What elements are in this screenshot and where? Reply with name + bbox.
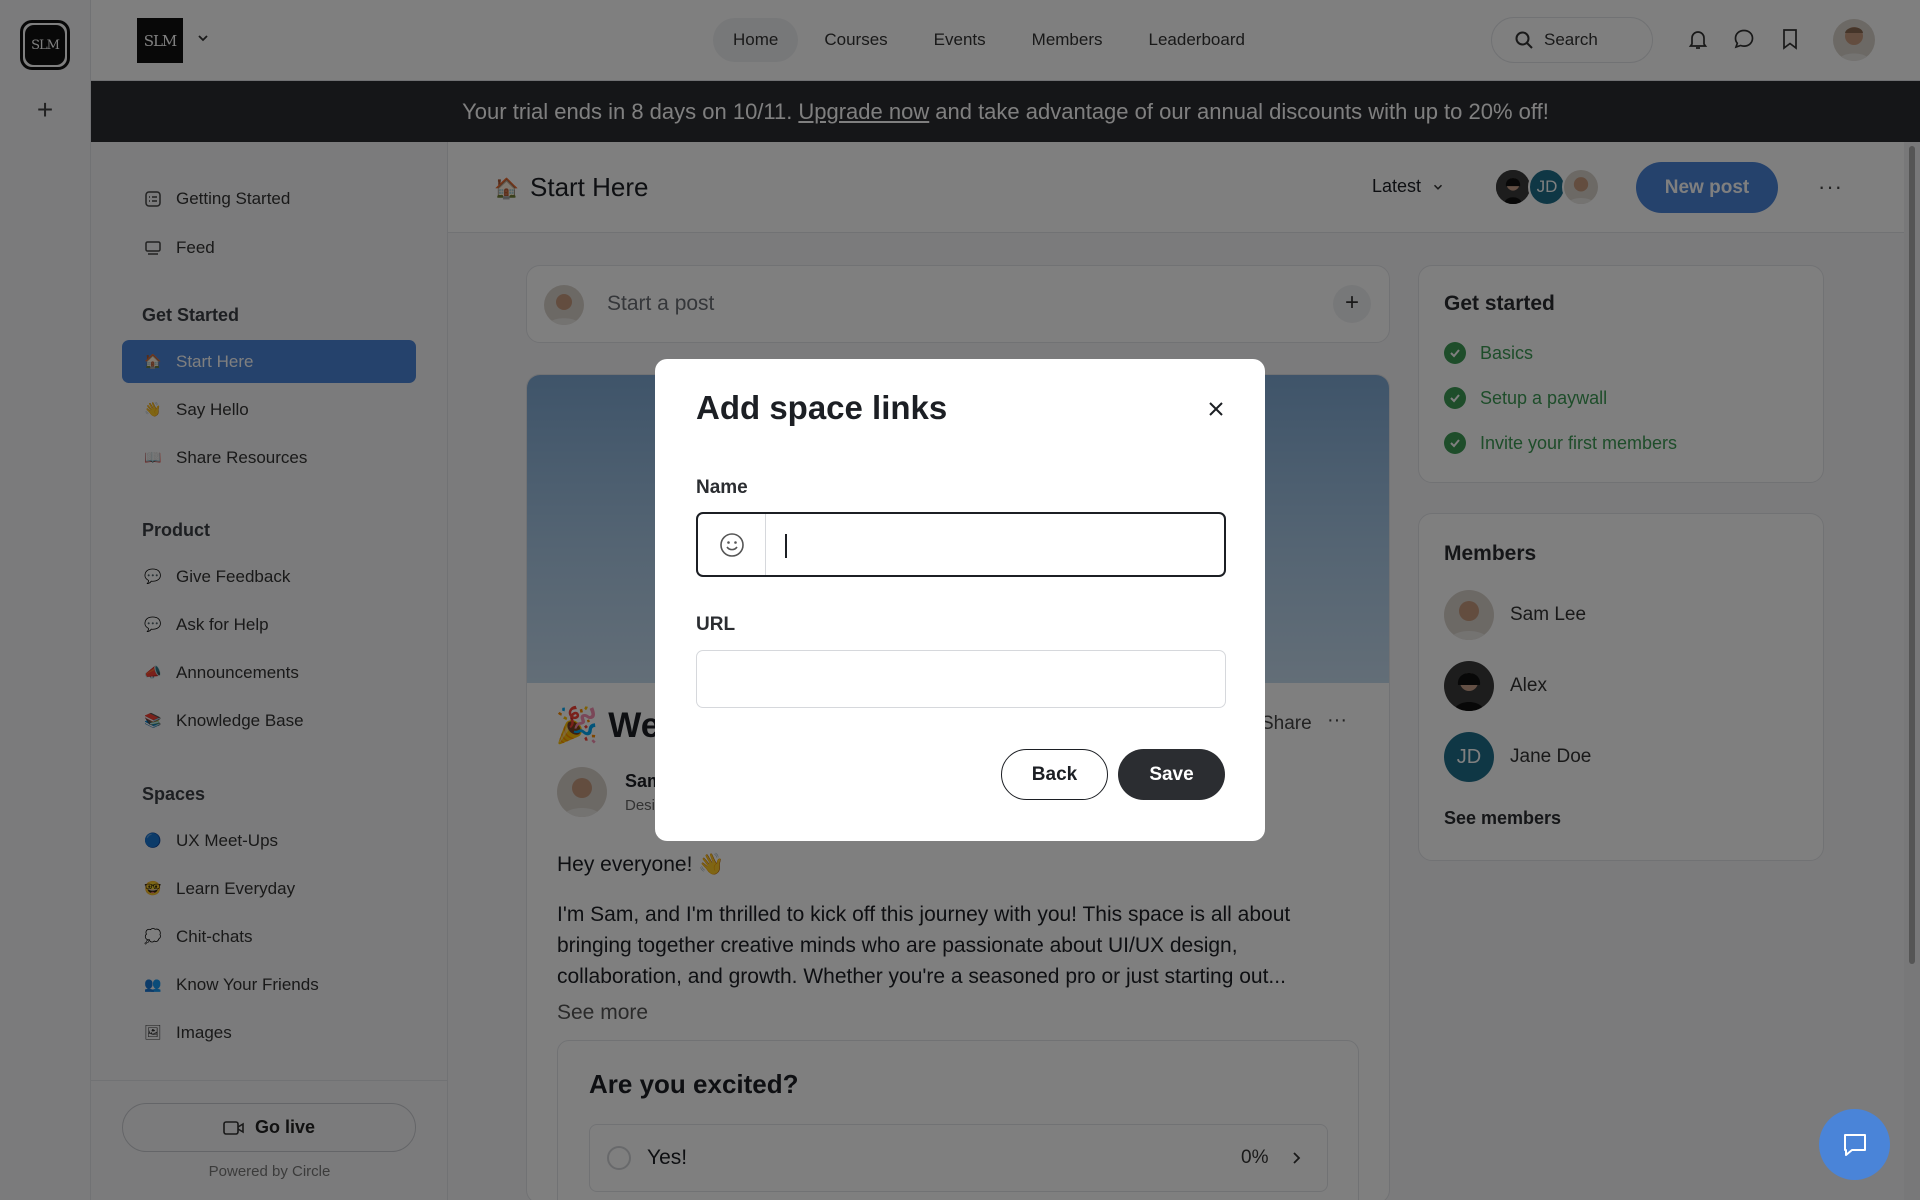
text-cursor [785, 534, 787, 558]
chat-icon [1843, 1133, 1866, 1156]
url-label: URL [696, 614, 736, 635]
smiley-icon [719, 532, 744, 557]
close-icon[interactable] [1202, 395, 1230, 423]
name-input[interactable] [784, 526, 1204, 563]
emoji-picker-button[interactable] [698, 514, 766, 575]
url-input[interactable] [696, 650, 1226, 708]
save-button[interactable]: Save [1118, 749, 1225, 800]
dialog-title: Add space links [696, 389, 948, 426]
name-label: Name [696, 477, 748, 498]
name-field [696, 512, 1226, 577]
support-chat-button[interactable] [1819, 1109, 1890, 1180]
add-space-links-dialog: Add space links Name URL Back Save [655, 359, 1265, 841]
back-button[interactable]: Back [1001, 749, 1108, 800]
